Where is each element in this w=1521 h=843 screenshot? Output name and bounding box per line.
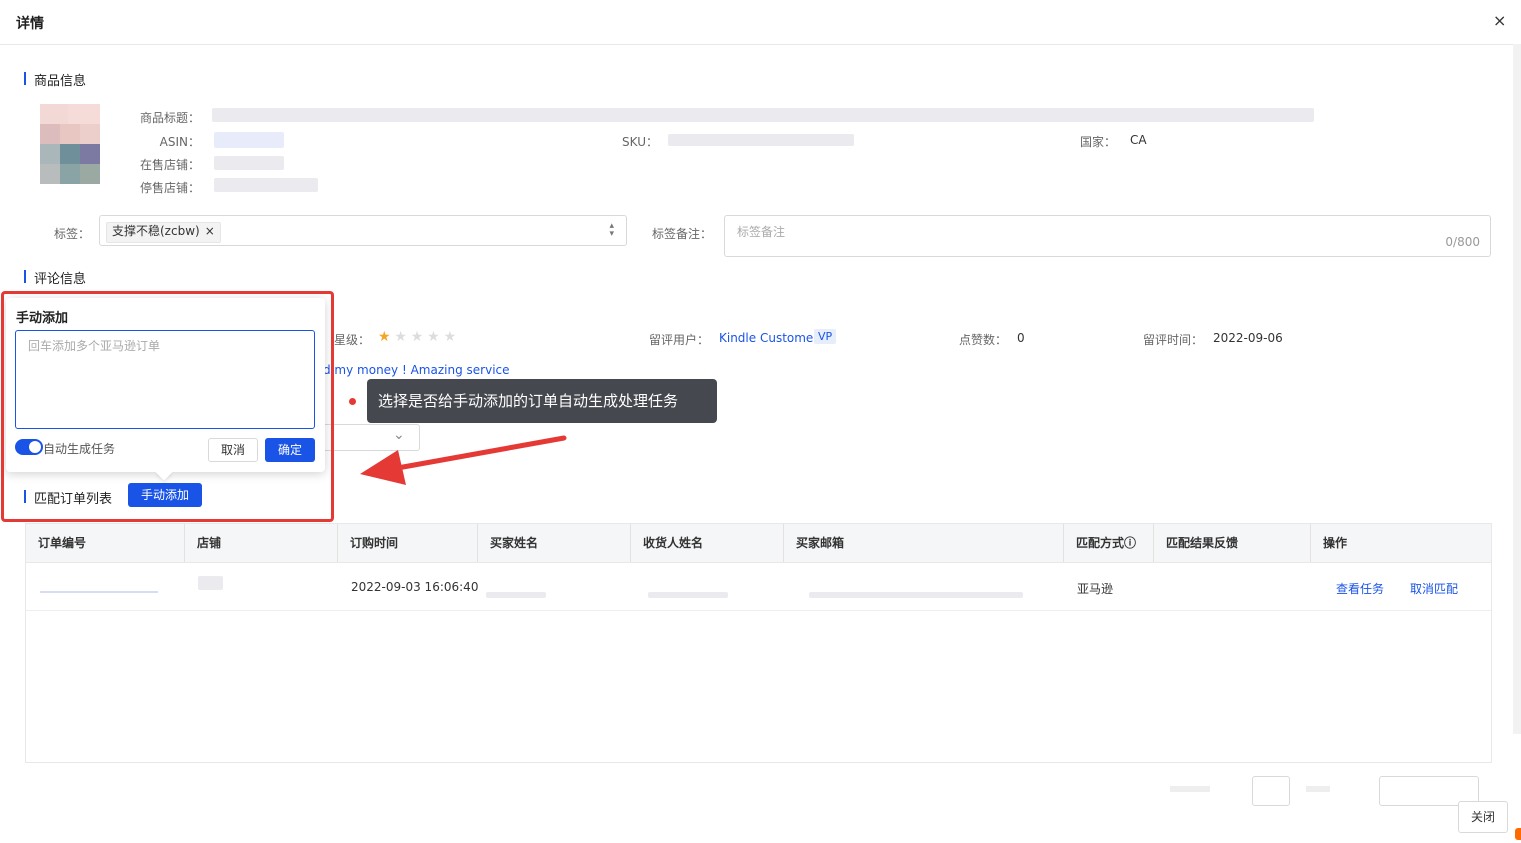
rating-label: 星级： bbox=[334, 333, 371, 347]
order-id-value[interactable] bbox=[40, 591, 158, 593]
order-time-value: 2022-09-03 16:06:40 bbox=[351, 580, 479, 594]
review-time-label: 留评时间： bbox=[1143, 333, 1204, 347]
column-header: 店铺 bbox=[184, 524, 337, 562]
column-header: 匹配方式ⓘ bbox=[1063, 524, 1153, 562]
match-method-value: 亚马逊 bbox=[1077, 582, 1114, 596]
asin-label: ASIN： bbox=[159, 135, 200, 149]
section-title-product: 商品信息 bbox=[24, 70, 86, 89]
dialog-header: 详情 × bbox=[0, 0, 1521, 45]
tag-remark-placeholder: 标签备注 bbox=[737, 225, 786, 239]
floating-tab[interactable] bbox=[1515, 828, 1521, 840]
column-header: 匹配结果反馈 bbox=[1153, 524, 1310, 562]
star-icon: ★ bbox=[378, 329, 391, 345]
pagination-page[interactable] bbox=[1252, 776, 1290, 806]
reviewer-name-link[interactable]: Kindle Customer bbox=[719, 331, 818, 345]
star-icon: ★ bbox=[427, 329, 440, 345]
tags-select[interactable]: 支撑不稳(zcbw) × ▴ ▾ bbox=[99, 215, 627, 246]
on-sale-store-label: 在售店铺： bbox=[139, 158, 200, 172]
store-value bbox=[198, 576, 223, 590]
column-header: 买家邮箱 bbox=[783, 524, 1063, 562]
select-arrows-icon: ▴ ▾ bbox=[609, 221, 614, 239]
column-header: 订单编号 bbox=[38, 536, 87, 550]
reviewer-label: 留评用户： bbox=[649, 333, 710, 347]
tag-chip: 支撑不稳(zcbw) × bbox=[106, 222, 221, 243]
asin-value bbox=[214, 132, 284, 148]
section-title-review: 评论信息 bbox=[24, 268, 86, 287]
annotation-arrow-icon bbox=[360, 435, 567, 485]
rating-stars: ★ ★ ★ ★ ★ bbox=[378, 329, 456, 345]
tag-remark-input[interactable]: 标签备注 0/800 bbox=[724, 215, 1491, 257]
vertical-scrollbar[interactable] bbox=[1513, 44, 1521, 734]
stopped-store-label: 停售店铺： bbox=[139, 181, 200, 195]
pagination-nav[interactable] bbox=[1306, 786, 1330, 792]
annotation-dot bbox=[349, 398, 356, 405]
likes-label: 点赞数： bbox=[959, 333, 1008, 347]
stopped-store-value bbox=[214, 178, 318, 192]
pagination-total bbox=[1170, 786, 1210, 792]
column-header: 收货人姓名 bbox=[630, 524, 783, 562]
column-header: 操作 bbox=[1310, 524, 1491, 562]
annotation-highlight-box bbox=[1, 291, 334, 522]
tag-remark-label: 标签备注： bbox=[651, 227, 712, 241]
star-icon: ★ bbox=[443, 329, 457, 345]
dialog-title: 详情 bbox=[16, 16, 44, 32]
table-header: 订单编号 店铺 订购时间 买家姓名 收货人姓名 买家邮箱 匹配方式ⓘ 匹配结果反… bbox=[26, 524, 1491, 563]
tag-remove-icon[interactable]: × bbox=[205, 224, 215, 238]
likes-value: 0 bbox=[1017, 331, 1025, 345]
star-icon: ★ bbox=[410, 329, 424, 345]
tag-chip-label: 支撑不稳(zcbw) bbox=[112, 224, 200, 238]
close-icon[interactable]: × bbox=[1493, 11, 1506, 30]
orders-table: 订单编号 店铺 订购时间 买家姓名 收货人姓名 买家邮箱 匹配方式ⓘ 匹配结果反… bbox=[25, 523, 1492, 763]
close-button[interactable]: 关闭 bbox=[1458, 801, 1508, 833]
product-title-label: 商品标题： bbox=[139, 111, 200, 125]
sku-label: SKU： bbox=[622, 135, 658, 149]
sku-value bbox=[668, 134, 854, 146]
buyer-email-value bbox=[809, 592, 1023, 598]
review-time-value: 2022-09-06 bbox=[1213, 331, 1283, 345]
vp-badge: VP bbox=[814, 329, 837, 344]
view-task-link[interactable]: 查看任务 bbox=[1336, 580, 1384, 597]
annotation-tooltip: 选择是否给手动添加的订单自动生成处理任务 bbox=[367, 379, 717, 423]
product-title-value bbox=[212, 108, 1314, 122]
country-label: 国家： bbox=[1079, 135, 1116, 149]
cancel-match-link[interactable]: 取消匹配 bbox=[1410, 580, 1458, 597]
review-content-link[interactable]: d my money ! Amazing service bbox=[323, 363, 510, 377]
column-header: 订购时间 bbox=[337, 524, 477, 562]
on-sale-store-value bbox=[214, 156, 284, 170]
country-value: CA bbox=[1130, 133, 1147, 147]
star-icon: ★ bbox=[394, 329, 407, 345]
tags-label: 标签： bbox=[53, 227, 90, 241]
recipient-name-value bbox=[648, 592, 728, 598]
column-header: 买家姓名 bbox=[477, 524, 630, 562]
buyer-name-value bbox=[486, 592, 546, 598]
product-image bbox=[28, 100, 104, 188]
tag-remark-count: 0/800 bbox=[1445, 235, 1480, 249]
table-row: 2022-09-03 16:06:40 亚马逊 查看任务 取消匹配 bbox=[26, 562, 1491, 611]
